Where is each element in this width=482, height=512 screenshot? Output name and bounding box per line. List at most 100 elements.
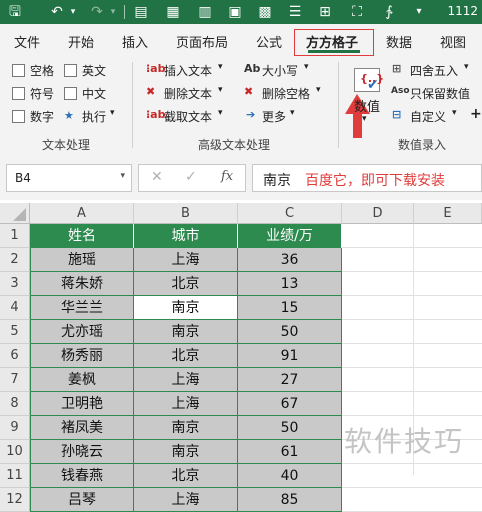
active-cell[interactable]: 南京 bbox=[134, 296, 238, 320]
table-cell[interactable]: 施瑶 bbox=[30, 248, 134, 272]
table-cell[interactable]: 钱春燕 bbox=[30, 464, 134, 488]
table-cell[interactable]: 吕琴 bbox=[30, 488, 134, 512]
delete-text-button[interactable]: 删除文本 bbox=[164, 85, 212, 102]
checkbox-english[interactable] bbox=[64, 64, 77, 77]
column-header-e[interactable]: E bbox=[414, 203, 482, 224]
table-cell[interactable]: 上海 bbox=[134, 392, 238, 416]
column-header-c[interactable]: C bbox=[238, 203, 342, 224]
table-cell[interactable]: 褚凤美 bbox=[30, 416, 134, 440]
grid-icon[interactable]: ⊞ bbox=[316, 3, 334, 21]
tab-home[interactable]: 开始 bbox=[68, 32, 94, 51]
column-header-d[interactable]: D bbox=[342, 203, 414, 224]
insert-text-dropdown-icon[interactable]: ▾ bbox=[218, 62, 223, 72]
custom-dropdown-icon[interactable]: ▾ bbox=[452, 108, 457, 118]
table-cell[interactable]: 北京 bbox=[134, 272, 238, 296]
execute-button[interactable]: 执行 bbox=[82, 108, 106, 125]
table-cell[interactable]: 南京 bbox=[134, 416, 238, 440]
table-cell[interactable]: 61 bbox=[238, 440, 342, 464]
checkbox-symbol[interactable] bbox=[12, 87, 25, 100]
image-icon[interactable]: ▣ bbox=[226, 3, 244, 21]
table-cell[interactable]: 华兰兰 bbox=[30, 296, 134, 320]
table-cell[interactable]: 南京 bbox=[134, 440, 238, 464]
undo-dropdown-icon[interactable]: ▾ bbox=[64, 3, 82, 21]
keep-values-button[interactable]: 只保留数值 bbox=[410, 85, 470, 102]
save-icon[interactable]: 🖫 bbox=[6, 3, 24, 21]
fx-icon[interactable]: ∱ bbox=[380, 3, 398, 21]
tab-insert[interactable]: 插入 bbox=[122, 32, 148, 51]
name-box[interactable]: B4 ▾ bbox=[6, 164, 132, 192]
row-header[interactable]: 1 bbox=[0, 224, 30, 248]
select-all-corner[interactable] bbox=[0, 203, 30, 224]
checkbox-space[interactable] bbox=[12, 64, 25, 77]
header-cell[interactable]: 城市 bbox=[134, 224, 238, 248]
tab-page-layout[interactable]: 页面布局 bbox=[176, 32, 228, 51]
table-cell[interactable]: 36 bbox=[238, 248, 342, 272]
column-header-b[interactable]: B bbox=[134, 203, 238, 224]
table-cell[interactable]: 27 bbox=[238, 368, 342, 392]
table-cell[interactable]: 85 bbox=[238, 488, 342, 512]
table-cell[interactable]: 上海 bbox=[134, 248, 238, 272]
tab-formulas[interactable]: 公式 bbox=[256, 32, 282, 51]
value-dropdown-icon[interactable]: ▾ bbox=[362, 114, 367, 124]
header-cell[interactable]: 姓名 bbox=[30, 224, 134, 248]
more-button[interactable]: 更多 bbox=[262, 108, 286, 125]
table-cell[interactable]: 上海 bbox=[134, 368, 238, 392]
table-cell[interactable]: 50 bbox=[238, 320, 342, 344]
row-header[interactable]: 9 bbox=[0, 416, 30, 440]
cancel-icon[interactable]: ✕ bbox=[151, 169, 163, 185]
table-cell[interactable]: 南京 bbox=[134, 320, 238, 344]
case-button[interactable]: 大小写 bbox=[262, 62, 298, 79]
column-header-a[interactable]: A bbox=[30, 203, 134, 224]
more-dropdown-icon[interactable]: ▾ bbox=[290, 108, 295, 118]
header-cell[interactable]: 业绩/万 bbox=[238, 224, 342, 248]
form-icon[interactable]: ▤ bbox=[132, 3, 150, 21]
table-cell[interactable]: 杨秀丽 bbox=[30, 344, 134, 368]
table-cell[interactable]: 67 bbox=[238, 392, 342, 416]
customize-icon[interactable]: ▾ bbox=[410, 3, 428, 21]
chart-icon[interactable]: ▥ bbox=[196, 3, 214, 21]
execute-dropdown-icon[interactable]: ▾ bbox=[110, 108, 115, 118]
enter-icon[interactable]: ✓ bbox=[185, 169, 197, 185]
row-header[interactable]: 8 bbox=[0, 392, 30, 416]
row-header[interactable]: 3 bbox=[0, 272, 30, 296]
table-cell[interactable]: 孙晓云 bbox=[30, 440, 134, 464]
insert-function-icon[interactable]: fx bbox=[221, 169, 233, 184]
extract-text-button[interactable]: 截取文本 bbox=[164, 108, 212, 125]
row-header[interactable]: 5 bbox=[0, 320, 30, 344]
row-header[interactable]: 2 bbox=[0, 248, 30, 272]
table-cell[interactable]: 北京 bbox=[134, 344, 238, 368]
table-cell[interactable]: 北京 bbox=[134, 464, 238, 488]
redo-dropdown-icon[interactable]: ▾ bbox=[104, 3, 122, 21]
name-box-dropdown-icon[interactable]: ▾ bbox=[120, 171, 125, 181]
tab-data[interactable]: 数据 bbox=[386, 32, 412, 51]
custom-button[interactable]: 自定义 bbox=[410, 108, 446, 125]
calculator-icon[interactable]: ▩ bbox=[256, 3, 274, 21]
formula-input[interactable]: 南京 百度它，即可下载安装 bbox=[252, 164, 482, 192]
extract-text-dropdown-icon[interactable]: ▾ bbox=[218, 108, 223, 118]
table-cell[interactable]: 上海 bbox=[134, 488, 238, 512]
delete-text-dropdown-icon[interactable]: ▾ bbox=[218, 85, 223, 95]
table-cell[interactable]: 91 bbox=[238, 344, 342, 368]
insert-text-button[interactable]: 插入文本 bbox=[164, 62, 212, 79]
table-cell[interactable]: 尤亦瑶 bbox=[30, 320, 134, 344]
table-icon[interactable]: ▦ bbox=[164, 3, 182, 21]
table-cell[interactable]: 40 bbox=[238, 464, 342, 488]
tab-view[interactable]: 视图 bbox=[440, 32, 466, 51]
row-header[interactable]: 7 bbox=[0, 368, 30, 392]
value-button[interactable]: 数值 bbox=[354, 96, 380, 115]
row-header[interactable]: 6 bbox=[0, 344, 30, 368]
row-header[interactable]: 12 bbox=[0, 488, 30, 512]
row-header[interactable]: 4 bbox=[0, 296, 30, 320]
case-dropdown-icon[interactable]: ▾ bbox=[304, 62, 309, 72]
delete-spaces-dropdown-icon[interactable]: ▾ bbox=[316, 85, 321, 95]
tab-file[interactable]: 文件 bbox=[14, 32, 40, 51]
table-cell[interactable]: 姜枫 bbox=[30, 368, 134, 392]
table-cell[interactable]: 13 bbox=[238, 272, 342, 296]
table-cell[interactable]: 蒋朱娇 bbox=[30, 272, 134, 296]
checkbox-number[interactable] bbox=[12, 110, 25, 123]
table-cell[interactable]: 卫明艳 bbox=[30, 392, 134, 416]
round-dropdown-icon[interactable]: ▾ bbox=[464, 62, 469, 72]
checkbox-chinese[interactable] bbox=[64, 87, 77, 100]
round-button[interactable]: 四舍五入 bbox=[410, 62, 458, 79]
add-icon[interactable]: + bbox=[470, 106, 482, 122]
